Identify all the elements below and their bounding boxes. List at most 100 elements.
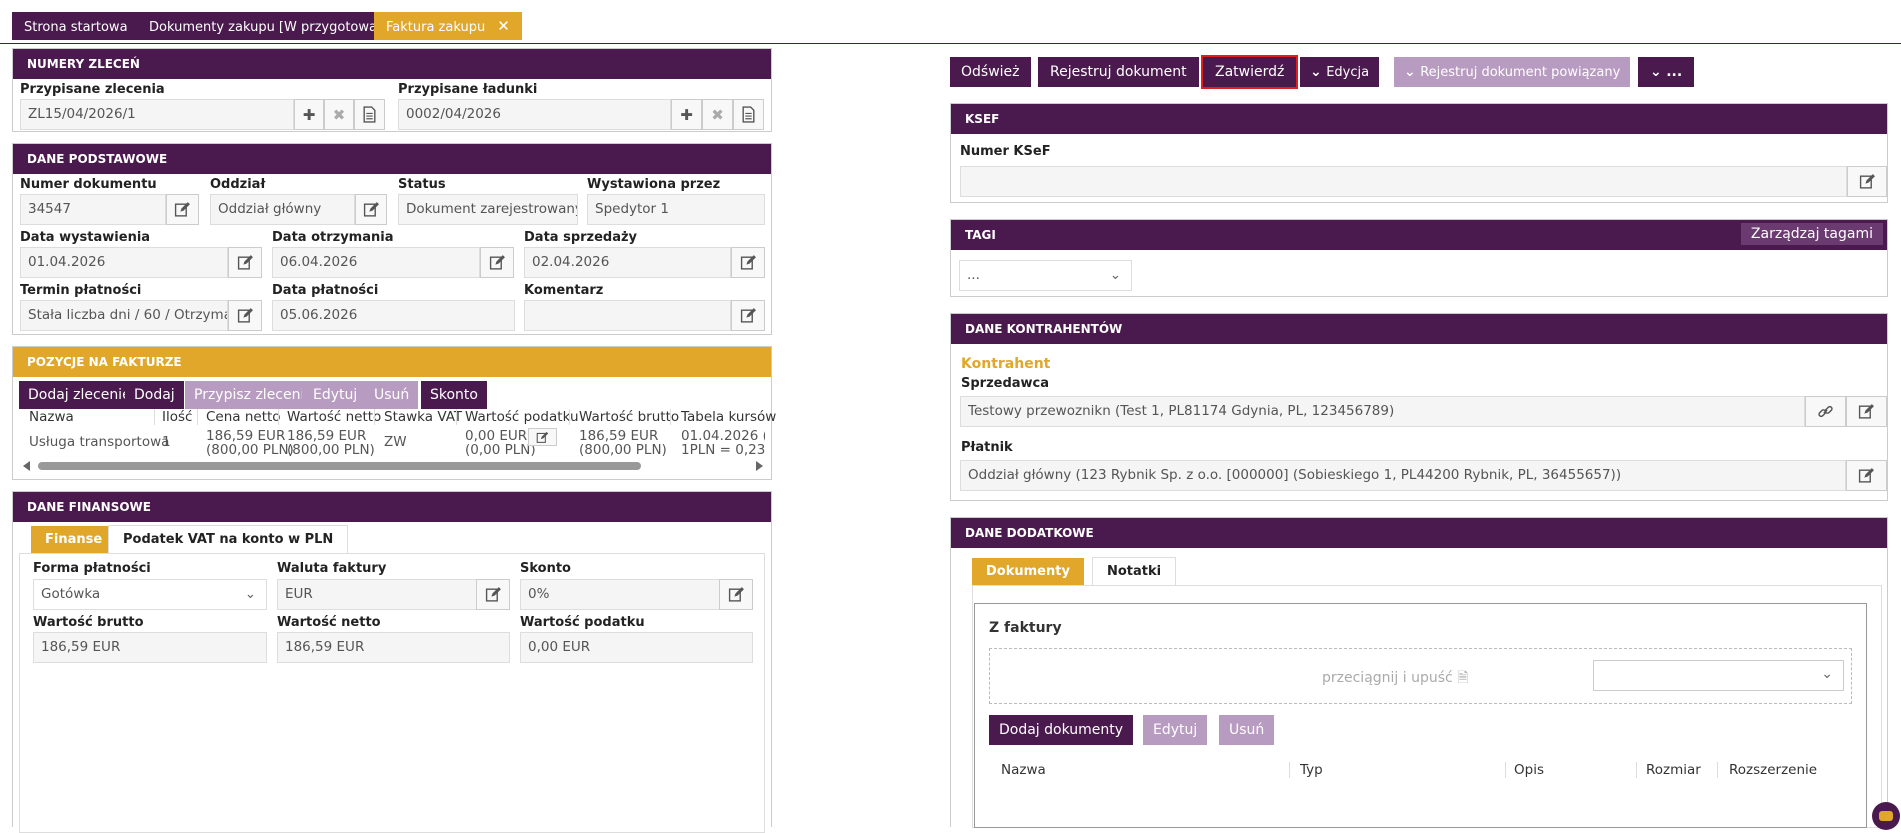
edytuj-button[interactable]: Edytuj (302, 381, 369, 409)
column-header[interactable]: Rozszerzenie (1729, 762, 1817, 778)
column-divider (278, 409, 279, 425)
data-wystawienia-field[interactable]: 01.04.2026 (20, 247, 228, 278)
numer-ksef-field[interactable] (960, 166, 1847, 197)
document-icon[interactable] (354, 99, 385, 130)
horizontal-scrollbar[interactable] (23, 461, 763, 471)
edit-icon[interactable] (719, 579, 753, 610)
numery-zlecen-panel: NUMERY ZLECEŃ Przypisane zlecenia ZL15/0… (12, 48, 772, 132)
cell-nazwa: Usługa transportowa (29, 434, 170, 450)
column-header[interactable]: Wartość netto (287, 409, 381, 425)
column-header[interactable]: Nazwa (29, 409, 74, 425)
column-header[interactable]: Stawka VAT (384, 409, 462, 425)
edit-icon[interactable] (476, 579, 510, 610)
panel-header: DANE DODATKOWE (951, 518, 1887, 548)
tags-select[interactable]: ... ⌄ (959, 260, 1132, 291)
usun-button[interactable]: Usuń (365, 381, 419, 409)
wartosc-netto-label: Wartość netto (277, 615, 381, 630)
column-header[interactable]: Wartość brutto (579, 409, 679, 425)
plus-icon[interactable]: ✚ (671, 99, 702, 130)
more-actions-button[interactable]: ⌄ ... (1638, 57, 1695, 87)
numer-dokumentu-field[interactable]: 34547 (20, 194, 166, 225)
tab-dokumenty[interactable]: Dokumenty (972, 558, 1084, 586)
forma-platnosci-select[interactable]: Gotówka ⌄ (33, 579, 267, 610)
remove-icon[interactable]: ✖ (324, 99, 354, 130)
cell-stawka-vat: ZW (384, 434, 407, 450)
drop-zone[interactable]: przeciągnij i upuść 🗎 ⌄ (989, 648, 1852, 704)
scrollbar-thumb[interactable] (38, 462, 641, 470)
komentarz-field[interactable] (524, 300, 731, 331)
chat-icon[interactable] (1872, 802, 1900, 830)
tab-podatek-vat[interactable]: Podatek VAT na konto w PLN (108, 525, 349, 553)
tab-finanse[interactable]: Finanse (31, 526, 117, 554)
zarzadzaj-tagami-button[interactable]: Zarządzaj tagami (1740, 223, 1883, 245)
usun-button[interactable]: Usuń (1219, 715, 1275, 745)
kontrahent-heading: Kontrahent (961, 356, 1051, 372)
przypisane-ladunki-field[interactable]: 0002/04/2026 (398, 99, 671, 130)
przypisane-zlecenia-field[interactable]: ZL15/04/2026/1 (20, 99, 294, 130)
column-header[interactable]: Wartość podatku (465, 409, 579, 425)
skonto-field[interactable]: 0% (520, 579, 720, 610)
data-otrzymania-field[interactable]: 06.04.2026 (272, 247, 480, 278)
panel-header: DANE PODSTAWOWE (13, 144, 771, 174)
edit-icon[interactable] (1846, 396, 1887, 427)
data-wystawienia-label: Data wystawienia (20, 230, 151, 245)
data-sprzedazy-field[interactable]: 02.04.2026 (524, 247, 731, 278)
skonto-label: Skonto (520, 561, 571, 576)
column-header[interactable]: Tabela kursów (681, 409, 776, 425)
edit-icon[interactable] (1846, 460, 1887, 491)
edit-icon[interactable] (166, 194, 199, 225)
column-divider (1505, 762, 1506, 778)
edytuj-button[interactable]: Edytuj (1143, 715, 1208, 745)
column-header[interactable]: Typ (1300, 762, 1323, 778)
dodaj-button[interactable]: Dodaj (125, 381, 184, 409)
tab-faktura-zakupu[interactable]: Faktura zakupu ✕ (374, 12, 522, 40)
column-header[interactable]: Opis (1514, 762, 1544, 778)
rejestruj-dokument-button[interactable]: Rejestruj dokument (1038, 57, 1199, 87)
z-faktury-heading: Z faktury (989, 620, 1062, 636)
oddzial-field[interactable]: Oddział główny (210, 194, 355, 225)
tab-notatki[interactable]: Notatki (1092, 557, 1177, 585)
edit-icon[interactable] (731, 247, 765, 278)
skonto-button[interactable]: Skonto (421, 381, 487, 409)
edycja-button[interactable]: ⌄ Edycja (1300, 57, 1380, 87)
sprzedawca-field[interactable]: Testowy przewoznikn (Test 1, PL81174 Gdy… (960, 396, 1805, 427)
rejestruj-powiazany-button[interactable]: ⌄ Rejestruj dokument powiązany (1394, 57, 1631, 87)
cell-brutto-pln: (800,00 PLN) (579, 442, 667, 458)
wartosc-brutto-label: Wartość brutto (33, 615, 144, 630)
odswiez-button[interactable]: Odśwież (950, 57, 1031, 87)
edit-icon[interactable] (731, 300, 765, 331)
edit-icon[interactable] (480, 247, 514, 278)
close-icon[interactable]: ✕ (497, 17, 510, 35)
waluta-faktury-field[interactable]: EUR (277, 579, 477, 610)
scroll-left-icon[interactable] (23, 461, 30, 471)
plus-icon[interactable]: ✚ (294, 99, 324, 130)
wartosc-netto-field: 186,59 EUR (277, 632, 510, 663)
document-icon[interactable] (733, 99, 764, 130)
dodaj-zlecenie-button[interactable]: Dodaj zlecenie (19, 381, 140, 409)
chevron-down-icon: ⌄ (1650, 64, 1662, 80)
column-header[interactable]: Cena netto (206, 409, 281, 425)
termin-platnosci-field[interactable]: Stała liczba dni / 60 / Otrzymanie dok (20, 300, 228, 331)
column-header[interactable]: Rozmiar (1646, 762, 1701, 778)
column-header[interactable]: Ilość (162, 409, 192, 425)
numer-dokumentu-label: Numer dokumentu (20, 177, 157, 192)
dodaj-dokumenty-button[interactable]: Dodaj dokumenty (989, 715, 1134, 745)
column-header[interactable]: Nazwa (1001, 762, 1046, 778)
column-divider (374, 409, 375, 425)
data-platnosci-field: 05.06.2026 (272, 300, 515, 331)
panel-header: DANE KONTRAHENTÓW (951, 314, 1887, 344)
edit-icon[interactable] (528, 428, 557, 446)
scroll-right-icon[interactable] (756, 461, 763, 471)
tab-label: Strona startowa (24, 20, 128, 35)
sprzedawca-label: Sprzedawca (961, 376, 1050, 391)
edit-icon[interactable] (1847, 166, 1887, 197)
edit-icon[interactable] (228, 300, 262, 331)
link-icon[interactable] (1805, 396, 1846, 427)
document-type-select[interactable]: ⌄ (1593, 660, 1844, 691)
remove-icon[interactable]: ✖ (702, 99, 733, 130)
cell-podatek-pln: (0,00 PLN) (465, 442, 536, 458)
edit-icon[interactable] (355, 194, 387, 225)
edit-icon[interactable] (228, 247, 262, 278)
platnik-field[interactable]: Oddział główny (123 Rybnik Sp. z o.o. [0… (960, 460, 1846, 491)
zatwierdz-button[interactable]: Zatwierdź (1201, 55, 1299, 89)
